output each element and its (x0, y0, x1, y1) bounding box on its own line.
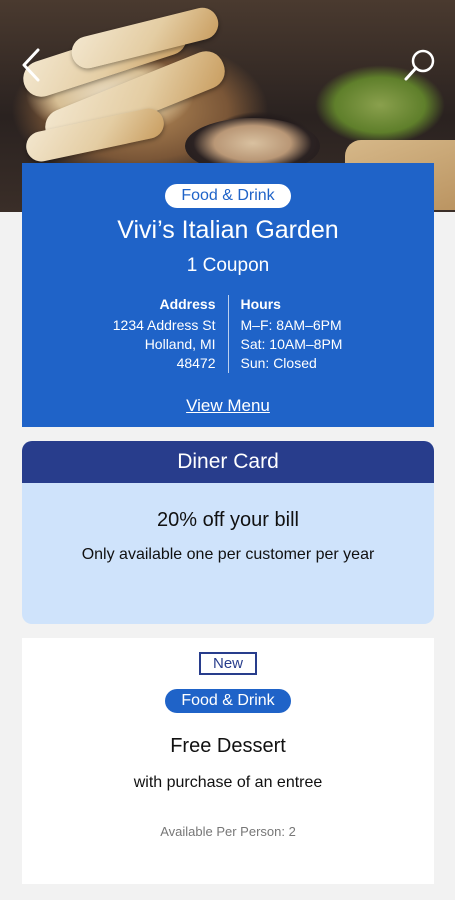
address-title: Address (159, 296, 216, 312)
chevron-left-icon (22, 48, 40, 82)
back-button[interactable] (14, 48, 48, 82)
hours-title: Hours (240, 296, 281, 312)
diner-card-note: Only available one per customer per year (81, 546, 375, 563)
address-block: Address 1234 Address St Holland, MI 4847… (66, 295, 228, 373)
view-menu-link[interactable]: View Menu (186, 396, 270, 416)
coupon-count: 1 Coupon (186, 255, 270, 276)
category-badge: Food & Drink (165, 689, 291, 713)
diner-card-title: Diner Card (22, 441, 434, 483)
restaurant-name: Vivi’s Italian Garden (117, 216, 339, 244)
restaurant-card: Food & Drink Vivi’s Italian Garden 1 Cou… (22, 163, 434, 427)
address-line: 48472 (176, 355, 216, 371)
hours-line: Sun: Closed (240, 355, 317, 371)
hours-line: Sat: 10AM–8PM (240, 336, 343, 352)
deal-subtitle: with purchase of an entree (133, 774, 323, 791)
search-button[interactable] (403, 48, 437, 82)
hours-block: Hours M–F: 8AM–6PM Sat: 10AM–8PM Sun: Cl… (229, 295, 391, 373)
new-badge: New (198, 652, 257, 675)
hours-line: M–F: 8AM–6PM (240, 317, 342, 333)
address-line: Holland, MI (144, 336, 216, 352)
info-row: Address 1234 Address St Holland, MI 4847… (22, 295, 434, 373)
category-badge: Food & Drink (165, 184, 291, 208)
search-icon (404, 49, 435, 81)
diner-card-offer: 20% off your bill (157, 509, 299, 531)
deal-title: Free Dessert (170, 735, 286, 757)
deal-card[interactable]: New Food & Drink Free Dessert with purch… (22, 638, 434, 884)
address-line: 1234 Address St (112, 317, 216, 333)
deal-availability: Available Per Person: 2 (160, 824, 296, 839)
diner-card[interactable]: Diner Card 20% off your bill Only availa… (22, 441, 434, 624)
